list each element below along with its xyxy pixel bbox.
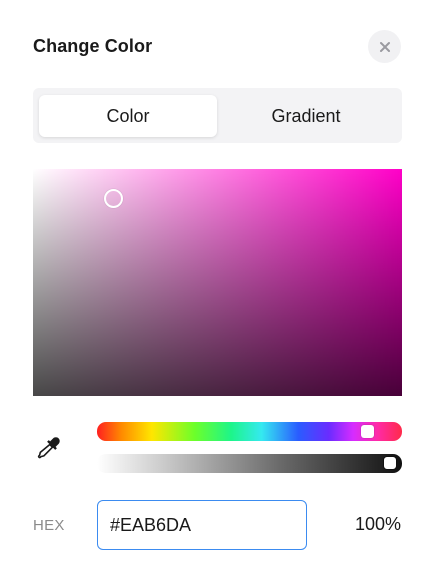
eyedropper-button[interactable] — [36, 435, 62, 461]
hue-slider-thumb[interactable] — [361, 425, 374, 438]
close-icon — [379, 41, 390, 52]
tab-gradient[interactable]: Gradient — [217, 95, 395, 137]
tab-color[interactable]: Color — [39, 95, 217, 137]
value-gradient — [33, 169, 402, 396]
opacity-value: 100% — [354, 514, 401, 534]
hex-input[interactable] — [97, 500, 307, 550]
opacity-slider[interactable] — [97, 454, 402, 473]
close-button[interactable] — [368, 30, 401, 63]
dialog-title: Change Color — [33, 36, 153, 56]
opacity-slider-thumb[interactable] — [383, 456, 397, 470]
mode-tabs: Color Gradient — [33, 88, 402, 143]
color-picker-handle[interactable] — [104, 189, 123, 208]
hex-label: HEX — [33, 517, 65, 534]
saturation-value-area[interactable] — [33, 169, 402, 396]
eyedropper-icon — [37, 437, 60, 459]
hue-slider[interactable] — [97, 422, 402, 441]
